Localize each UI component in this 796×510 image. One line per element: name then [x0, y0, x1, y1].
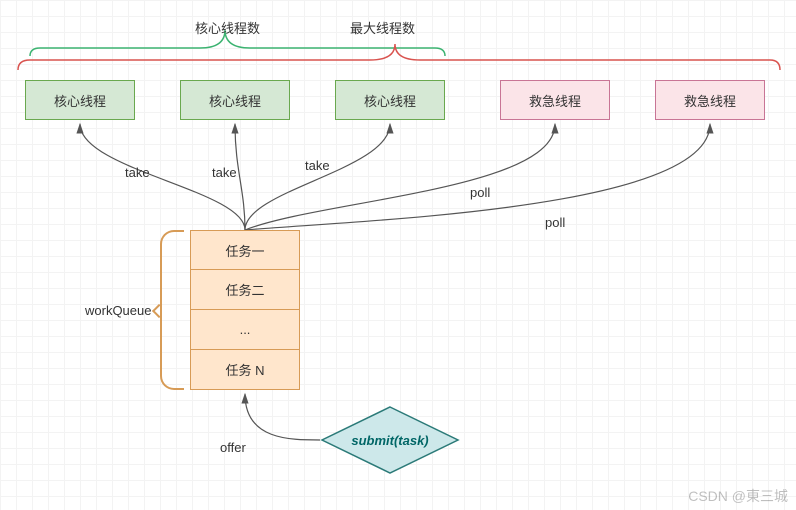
- watermark: CSDN @東三城: [688, 486, 788, 506]
- poll-label: poll: [470, 185, 490, 200]
- submit-label: submit(task): [351, 433, 428, 448]
- take-label: take: [212, 165, 237, 180]
- workqueue-label: workQueue: [85, 303, 151, 318]
- take-label: take: [125, 165, 150, 180]
- submit-task-node: submit(task): [320, 405, 460, 475]
- poll-label: poll: [545, 215, 565, 230]
- offer-label: offer: [220, 440, 246, 455]
- task-cell: 任务二: [190, 270, 300, 310]
- task-cell: 任务一: [190, 230, 300, 270]
- task-cell: ...: [190, 310, 300, 350]
- brace-icon: [160, 230, 182, 390]
- take-label: take: [305, 158, 330, 173]
- task-cell: 任务 N: [190, 350, 300, 390]
- work-queue: 任务一 任务二 ... 任务 N: [190, 230, 300, 390]
